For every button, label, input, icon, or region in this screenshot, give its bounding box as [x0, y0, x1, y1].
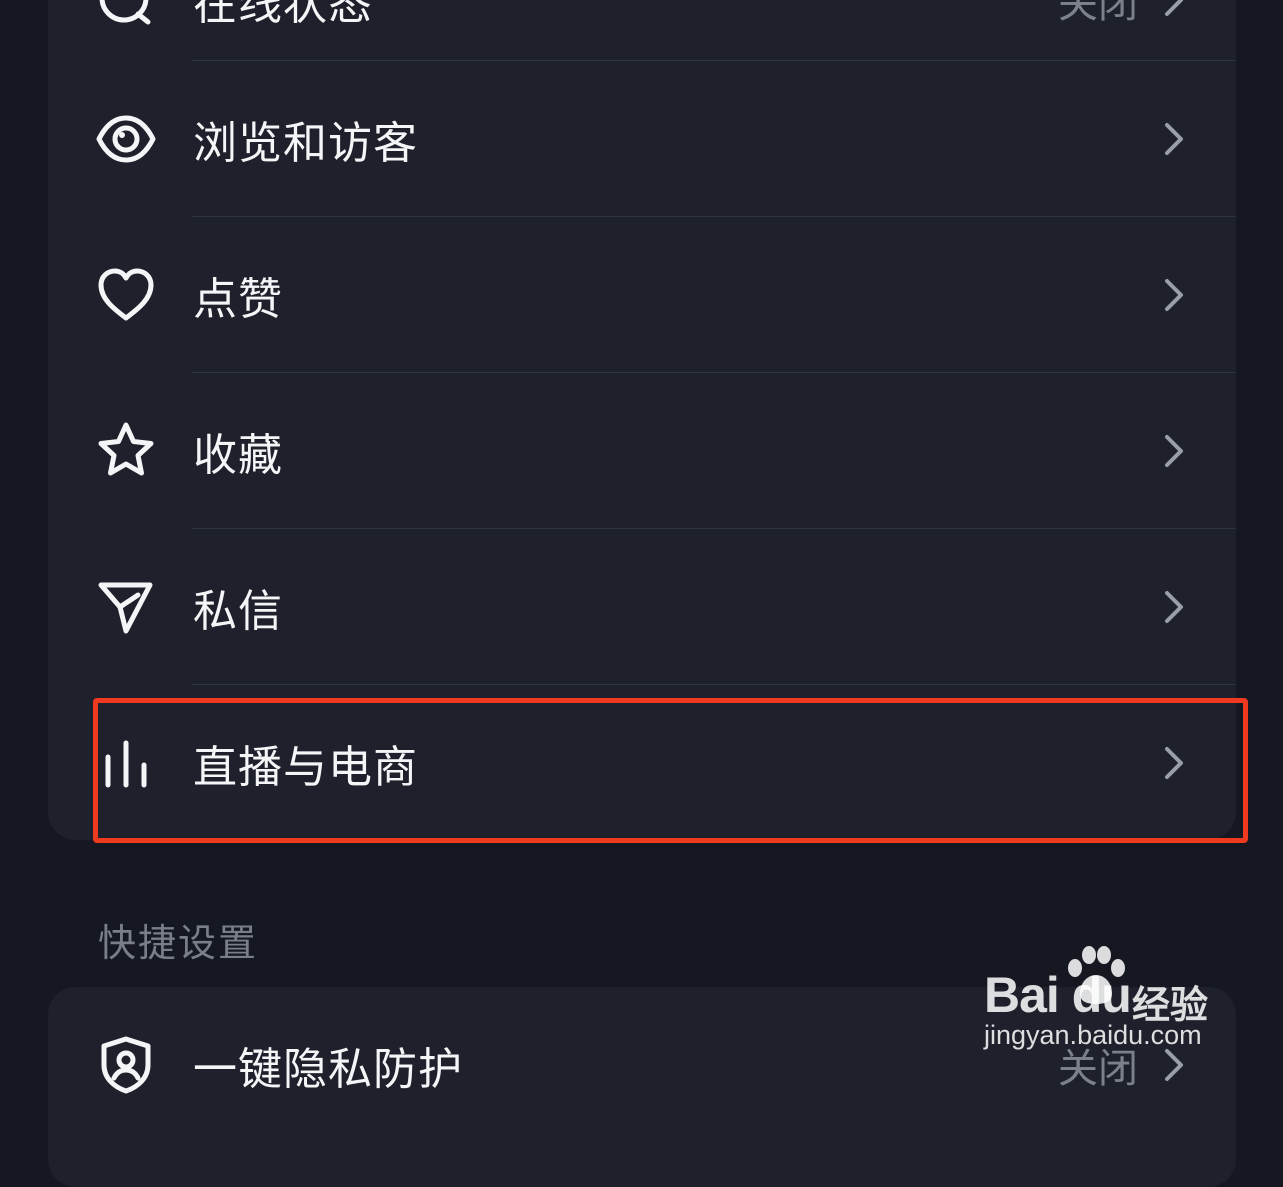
- settings-row-privacy-protection[interactable]: 一键隐私防护 关闭: [48, 987, 1236, 1143]
- bar-chart-icon: [94, 731, 158, 795]
- chevron-right-icon: [1160, 743, 1188, 783]
- settings-row-label: 浏览和访客: [193, 118, 418, 169]
- settings-row-label: 私信: [193, 586, 283, 637]
- section-title-quick-settings: 快捷设置: [98, 921, 259, 965]
- chevron-right-icon: [1160, 431, 1188, 471]
- star-icon: [94, 419, 158, 483]
- settings-row-live-ecommerce[interactable]: 直播与电商: [48, 685, 1236, 840]
- settings-row-label: 收藏: [193, 430, 283, 481]
- settings-row-label: 在线状态: [193, 0, 373, 30]
- settings-row-value: 关闭: [1058, 0, 1138, 27]
- settings-row-private-messages[interactable]: 私信: [48, 529, 1236, 685]
- chevron-right-icon: [1160, 587, 1188, 627]
- settings-row-likes[interactable]: 点赞: [48, 217, 1236, 373]
- quick-settings-card: 一键隐私防护 关闭: [48, 987, 1236, 1187]
- send-icon: [94, 575, 158, 639]
- chevron-right-icon: [1160, 275, 1188, 315]
- chevron-right-icon: [1160, 0, 1188, 20]
- shield-user-icon: [94, 1033, 158, 1097]
- chevron-right-icon: [1160, 1045, 1188, 1085]
- privacy-settings-card: 在线状态 关闭 浏览和访客 点赞 收藏 私信 直播与电商: [48, 0, 1236, 840]
- heart-icon: [94, 263, 158, 327]
- chevron-right-icon: [1160, 119, 1188, 159]
- settings-row-favorites[interactable]: 收藏: [48, 373, 1236, 529]
- settings-row-label: 点赞: [193, 274, 283, 325]
- settings-row-browse-visitors[interactable]: 浏览和访客: [48, 61, 1236, 217]
- settings-row-label: 一键隐私防护: [193, 1044, 463, 1095]
- settings-row-label: 直播与电商: [193, 742, 418, 793]
- eye-icon: [94, 107, 158, 171]
- settings-row-value: 关闭: [1058, 1046, 1138, 1092]
- online-status-icon: [94, 0, 158, 32]
